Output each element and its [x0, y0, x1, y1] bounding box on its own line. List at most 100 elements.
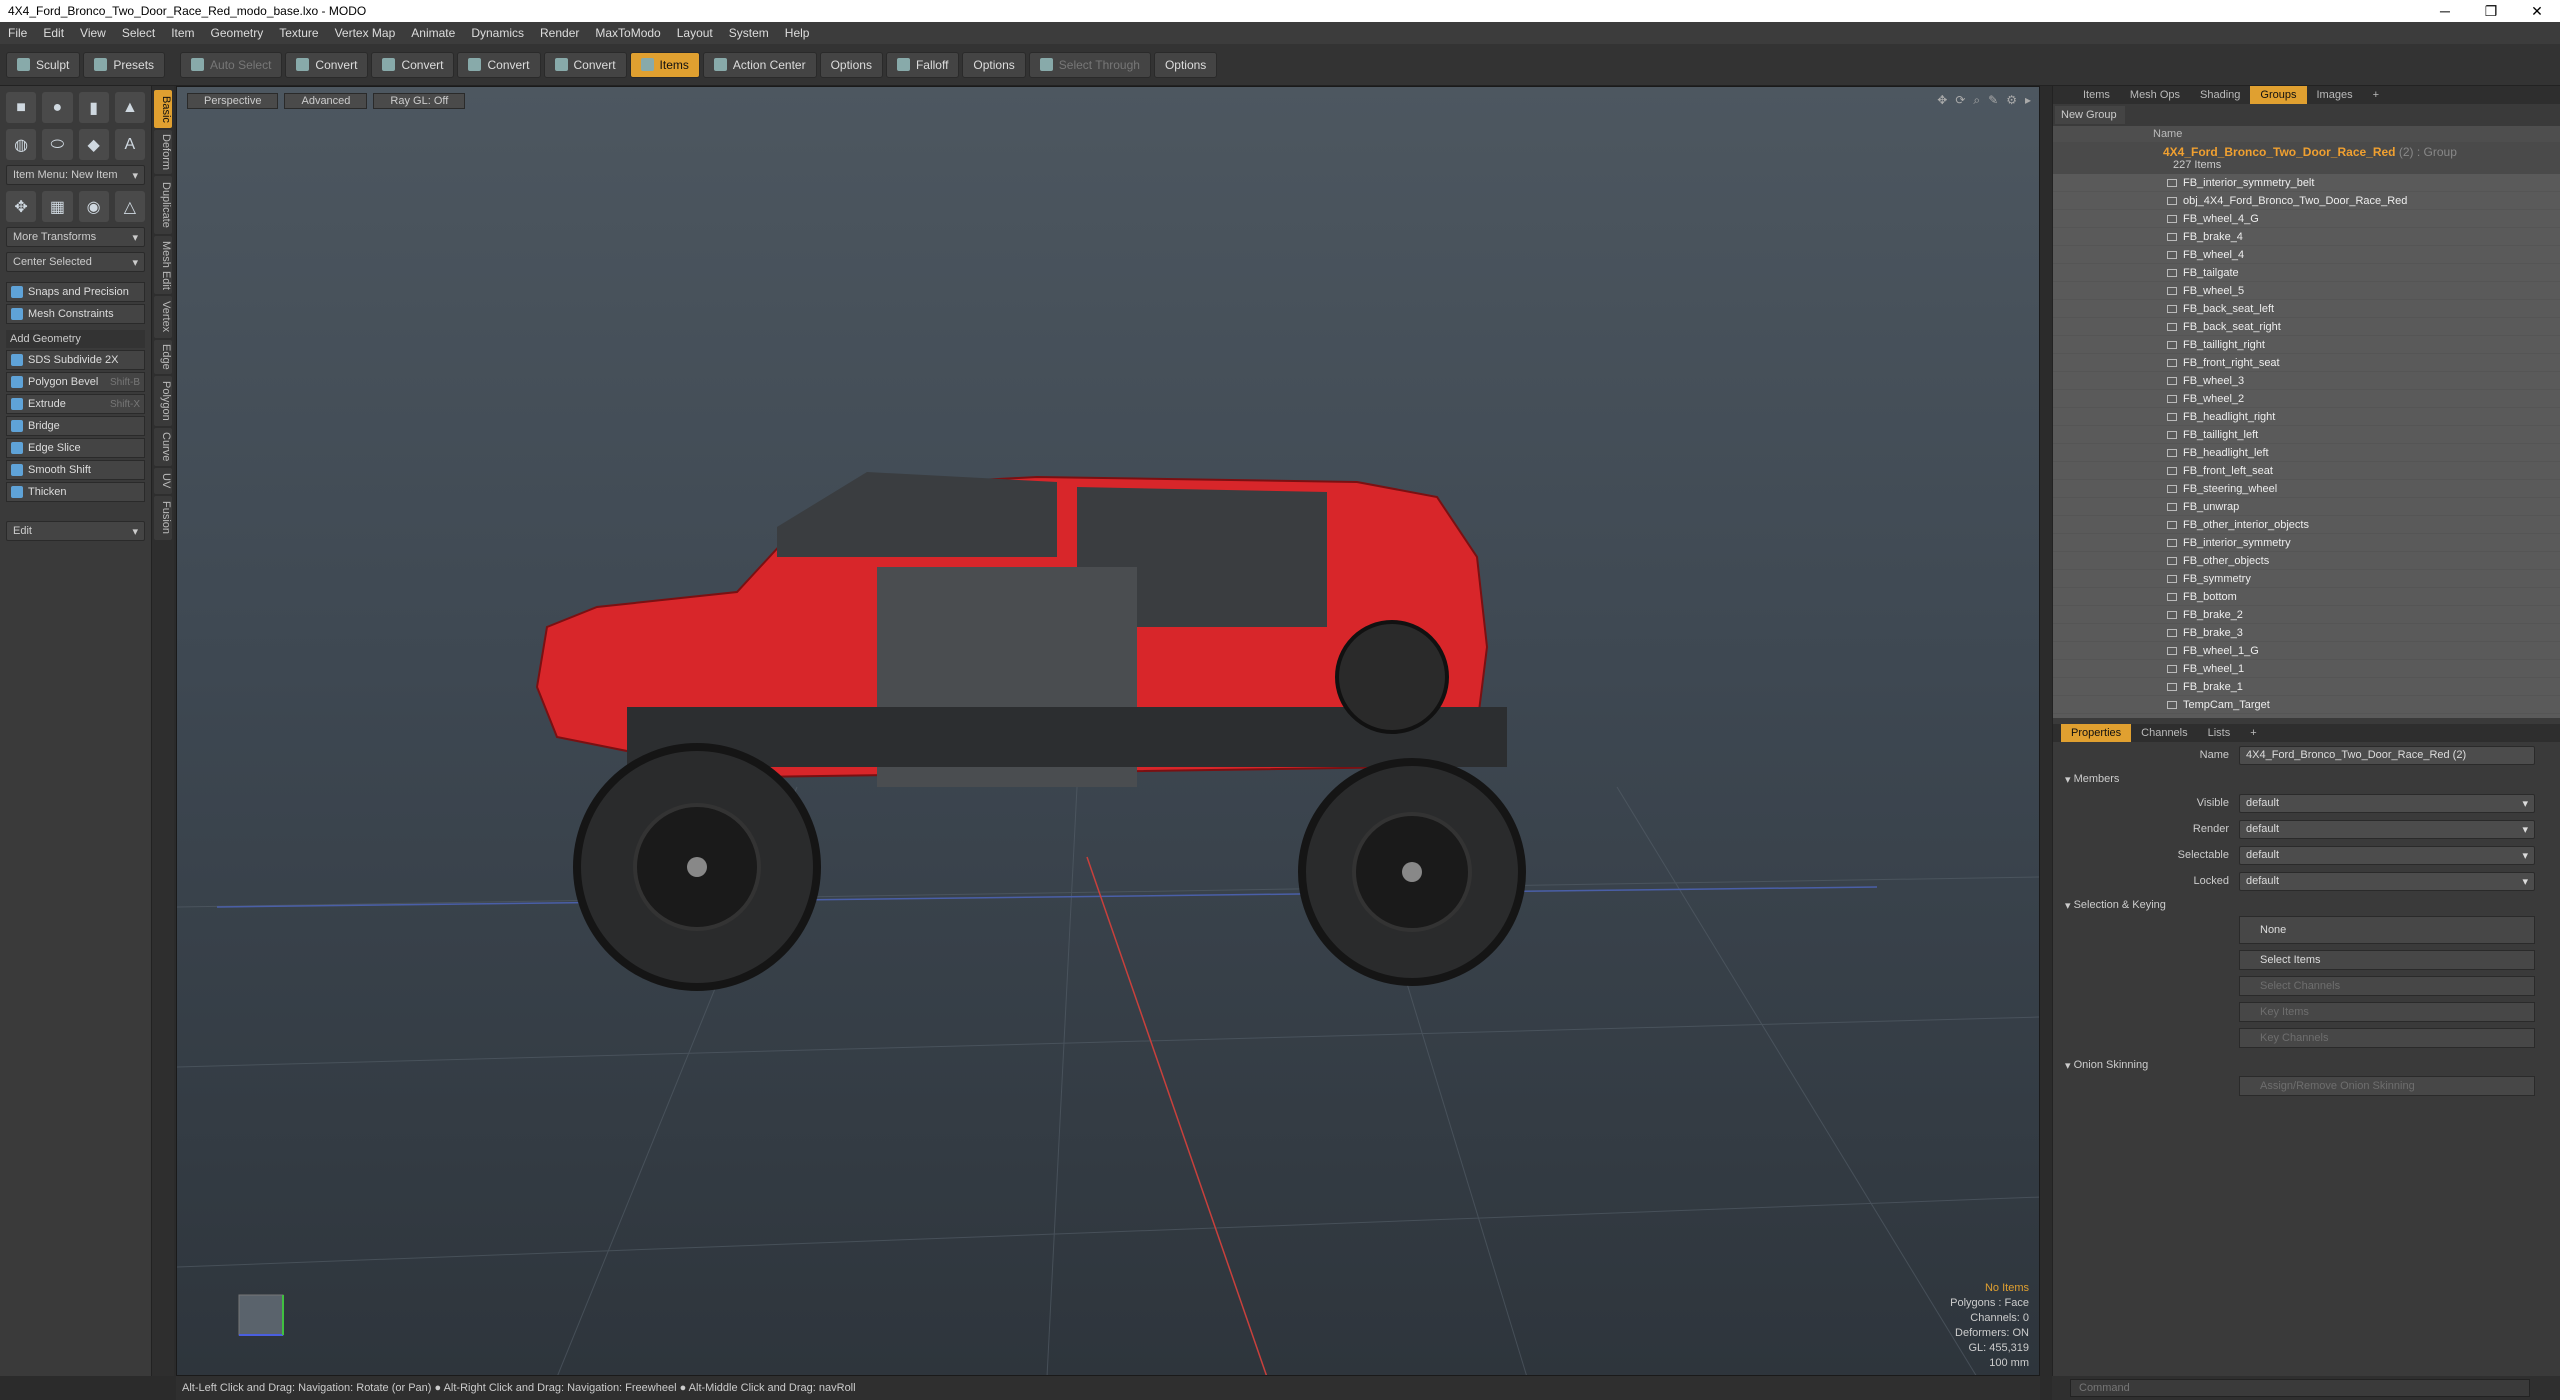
items-mode-button[interactable]: Items [629, 51, 700, 78]
convert-polygons-button[interactable]: Convert [457, 51, 541, 78]
menu-file[interactable]: File [8, 26, 27, 40]
list-item[interactable]: FB_wheel_4_G [2053, 210, 2560, 228]
menu-help[interactable]: Help [785, 26, 810, 40]
list-item[interactable]: FB_steering_wheel [2053, 480, 2560, 498]
list-item[interactable]: FB_wheel_4 [2053, 246, 2560, 264]
item-menu-dropdown[interactable]: Item Menu: New Item ▾ [6, 165, 145, 185]
selection-keying-section[interactable]: ▾ Selection & Keying [2053, 894, 2560, 916]
list-item[interactable]: FB_other_objects [2053, 552, 2560, 570]
bridge-button[interactable]: Bridge [6, 416, 145, 436]
add-geometry-header[interactable]: Add Geometry [6, 330, 145, 348]
selectable-dropdown[interactable]: default ▾ [2239, 845, 2535, 865]
action-center-button[interactable]: Action Center [702, 51, 817, 78]
list-item[interactable]: FB_taillight_left [2053, 426, 2560, 444]
none-dropdown[interactable]: None [2239, 916, 2535, 944]
menu-texture[interactable]: Texture [279, 26, 318, 40]
capsule-icon[interactable]: ⬭ [42, 129, 73, 160]
close-button[interactable]: ✕ [2514, 3, 2560, 20]
advanced-button[interactable]: Advanced [284, 93, 368, 109]
key-items-button[interactable]: Key Items [2239, 1002, 2535, 1022]
menu-system[interactable]: System [729, 26, 769, 40]
visible-dropdown[interactable]: default ▾ [2239, 793, 2535, 813]
list-item[interactable]: FB_brake_2 [2053, 606, 2560, 624]
edge-slice-button[interactable]: Edge Slice [6, 438, 145, 458]
list-item[interactable]: FB_wheel_1_G [2053, 642, 2560, 660]
vtab-vertex[interactable]: Vertex [154, 296, 172, 338]
perspective-button[interactable]: Perspective [187, 93, 279, 109]
list-item[interactable]: FB_symmetry [2053, 570, 2560, 588]
list-item[interactable]: FB_unwrap [2053, 498, 2560, 516]
falloff-button[interactable]: Falloff [885, 51, 960, 78]
sculpt-button[interactable]: Sculpt [6, 51, 81, 78]
zoom-icon[interactable]: ⌕ [1973, 93, 1980, 108]
key-channels-button[interactable]: Key Channels [2239, 1028, 2535, 1048]
vtab-uv[interactable]: UV [154, 468, 172, 494]
new-group-button[interactable]: New Group [2055, 106, 2125, 124]
vtab-fusion[interactable]: Fusion [154, 496, 172, 540]
command-input[interactable] [2070, 1379, 2530, 1397]
list-item[interactable]: FB_wheel_5 [2053, 282, 2560, 300]
more-transforms-dropdown[interactable]: More Transforms ▾ [6, 227, 145, 247]
list-item[interactable]: FB_brake_4 [2053, 228, 2560, 246]
list-item[interactable]: FB_back_seat_right [2053, 318, 2560, 336]
tab-images[interactable]: Images [2307, 86, 2363, 104]
sphere-icon[interactable]: ● [42, 92, 73, 123]
list-item[interactable]: FB_wheel_1 [2053, 660, 2560, 678]
onion-skinning-section[interactable]: ▾ Onion Skinning [2053, 1054, 2560, 1076]
smooth-shift-button[interactable]: Smooth Shift [6, 460, 145, 480]
assign-onion-button[interactable]: Assign/Remove Onion Skinning [2239, 1076, 2535, 1096]
edit-dropdown[interactable]: Edit ▾ [6, 521, 145, 541]
menu-geometry[interactable]: Geometry [211, 26, 264, 40]
cube-icon[interactable]: ■ [6, 92, 37, 123]
presets-button[interactable]: Presets [83, 51, 166, 78]
list-item[interactable]: FB_brake_3 [2053, 624, 2560, 642]
menu-vertex-map[interactable]: Vertex Map [335, 26, 396, 40]
list-item[interactable]: obj_4X4_Ford_Bronco_Two_Door_Race_Red [2053, 192, 2560, 210]
name-field[interactable]: 4X4_Ford_Bronco_Two_Door_Race_Red (2) [2239, 745, 2535, 765]
polygon-bevel-button[interactable]: Polygon Bevel Shift-B [6, 372, 145, 392]
auto-select-button[interactable]: Auto Select [180, 51, 283, 78]
list-item[interactable]: FB_front_right_seat [2053, 354, 2560, 372]
pan-icon[interactable]: ✥ [1937, 93, 1947, 108]
list-item[interactable]: FB_wheel_2 [2053, 390, 2560, 408]
plane-icon[interactable]: ◆ [78, 129, 109, 160]
vehicle-model[interactable] [535, 472, 1526, 991]
list-item[interactable]: FB_headlight_right [2053, 408, 2560, 426]
members-section[interactable]: ▾ Members [2053, 768, 2560, 790]
vtab-mesh-edit[interactable]: Mesh Edit [154, 236, 172, 294]
tab-mesh-ops[interactable]: Mesh Ops [2120, 86, 2190, 104]
add-tab-icon[interactable]: + [2363, 86, 2389, 104]
grid-icon[interactable]: ▦ [42, 191, 73, 222]
list-item[interactable]: FB_front_left_seat [2053, 462, 2560, 480]
tab-channels[interactable]: Channels [2131, 724, 2197, 742]
list-item[interactable]: FB_wheel_3 [2053, 372, 2560, 390]
list-item[interactable]: FB_tailgate [2053, 264, 2560, 282]
thicken-button[interactable]: Thicken [6, 482, 145, 502]
center-selected-dropdown[interactable]: Center Selected ▾ [6, 252, 145, 272]
convert-materials-button[interactable]: Convert [543, 51, 627, 78]
convert-vertices-button[interactable]: Convert [285, 51, 369, 78]
select-through-button[interactable]: Select Through [1028, 51, 1151, 78]
vtab-duplicate[interactable]: Duplicate [154, 176, 172, 234]
list-item[interactable]: FB_bottom [2053, 588, 2560, 606]
rotate-icon[interactable]: ⟳ [1955, 93, 1965, 108]
menu-render[interactable]: Render [540, 26, 579, 40]
tab-properties[interactable]: Properties [2061, 724, 2132, 742]
tab-items[interactable]: Items [2073, 86, 2120, 104]
list-item[interactable]: FB_brake_1 [2053, 678, 2560, 696]
brush-icon[interactable]: ✎ [1988, 93, 1998, 108]
list-item[interactable]: TempCam_Target [2053, 696, 2560, 714]
menu-select[interactable]: Select [122, 26, 155, 40]
options-button-2[interactable]: Options [962, 51, 1026, 78]
list-item[interactable]: FB_interior_symmetry [2053, 534, 2560, 552]
vtab-edge[interactable]: Edge [154, 340, 172, 374]
sds-subdivide-button[interactable]: SDS Subdivide 2X [6, 350, 145, 370]
maximize-button[interactable]: ❐ [2468, 3, 2514, 20]
snaps-precision-button[interactable]: Snaps and Precision [6, 282, 145, 302]
expand-icon[interactable]: ▸ [2025, 93, 2031, 108]
menu-animate[interactable]: Animate [411, 26, 455, 40]
torus-icon[interactable]: ◍ [6, 129, 37, 160]
cylinder-icon[interactable]: ▮ [78, 92, 109, 123]
options-button-1[interactable]: Options [819, 51, 883, 78]
menu-maxtomodo[interactable]: MaxToModo [595, 26, 660, 40]
